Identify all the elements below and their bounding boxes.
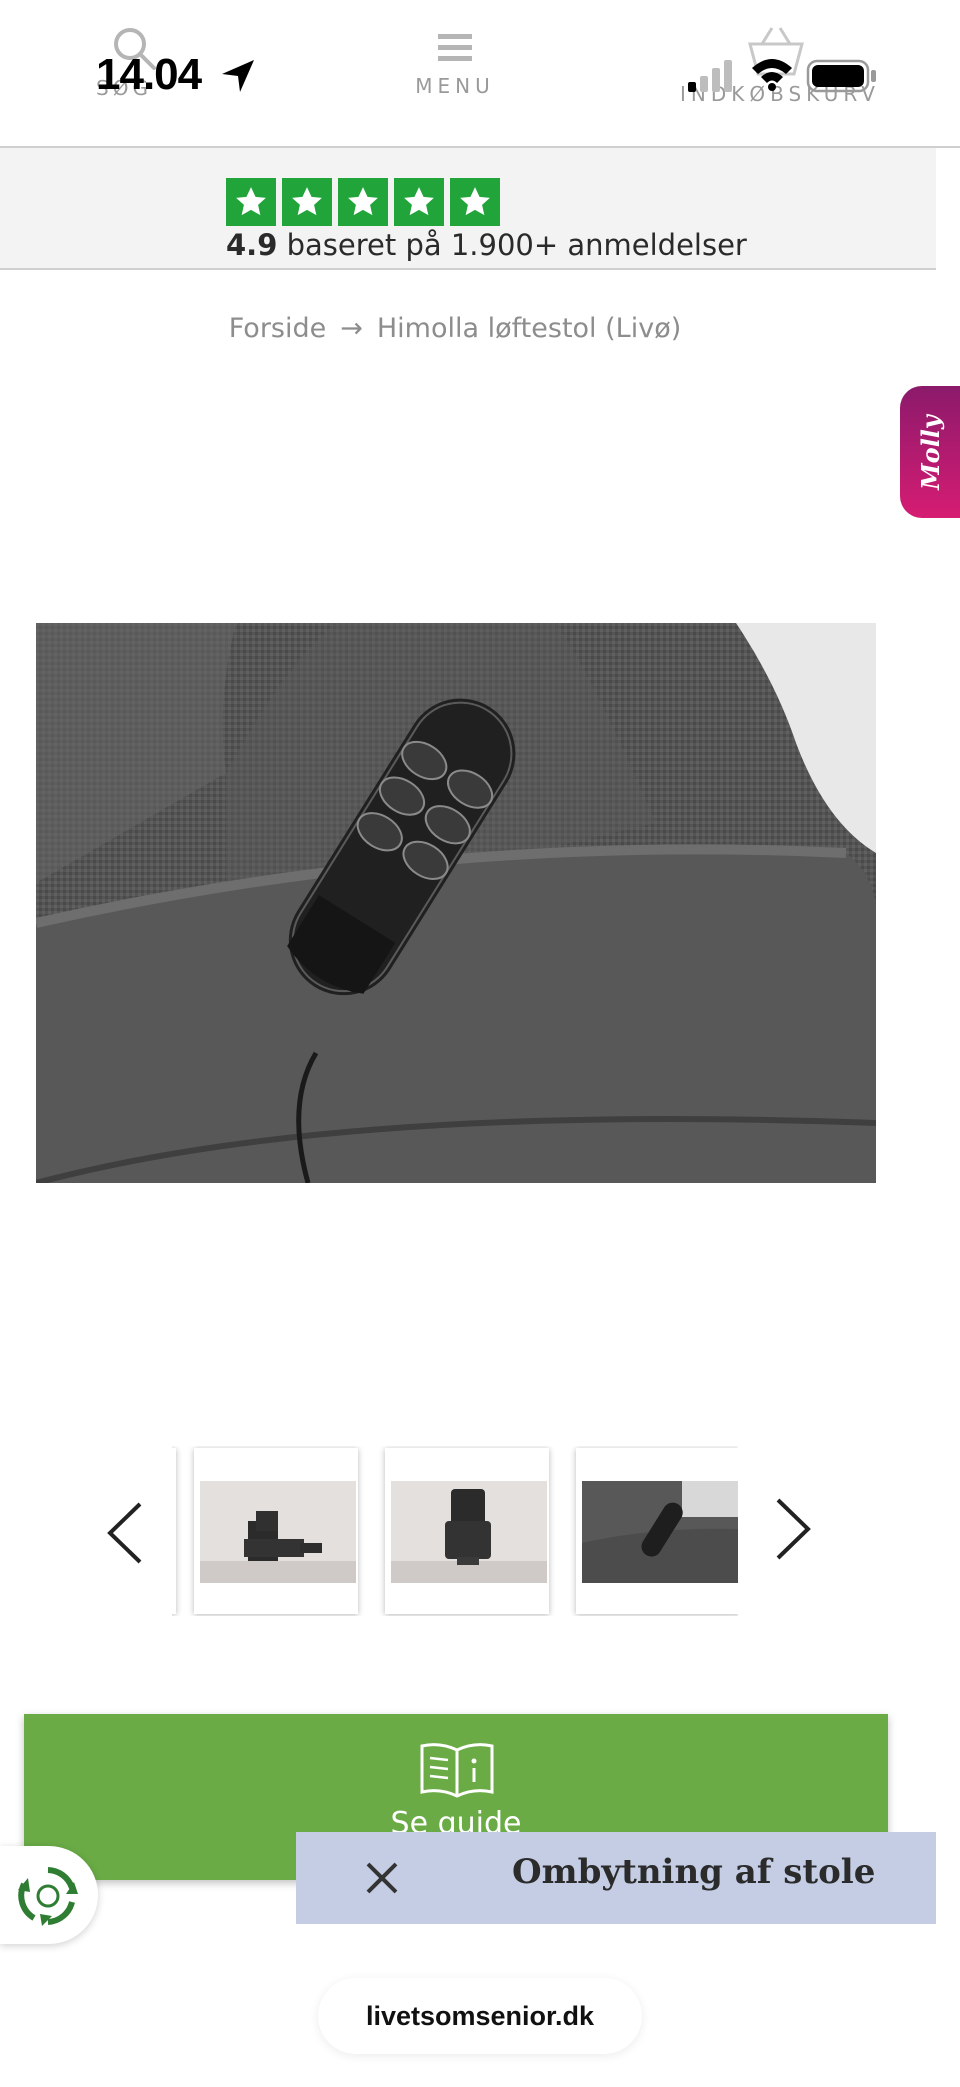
close-icon[interactable] [362, 1858, 402, 1898]
breadcrumb-home[interactable]: Forside [229, 313, 327, 344]
exchange-banner-text: Ombytning af stole [512, 1852, 876, 1892]
breadcrumb-current: Himolla løftestol (Livø) [376, 313, 682, 344]
exchange-banner[interactable]: Ombytning af stole [296, 1832, 936, 1924]
status-time: 14.04 [96, 50, 202, 99]
product-main-image[interactable] [36, 623, 876, 1183]
recycle-badge[interactable] [0, 1846, 98, 1944]
chevron-right-icon[interactable] [770, 1496, 814, 1562]
browser-url-bar[interactable]: livetsomsenior.dk [318, 1978, 642, 2054]
thumbnail-item[interactable] [194, 1448, 358, 1614]
battery-icon [806, 59, 876, 93]
trustpilot-stars [226, 178, 500, 226]
location-arrow-icon [222, 60, 254, 92]
breadcrumb-arrow-icon: → [340, 313, 363, 344]
hamburger-menu-icon[interactable] [438, 34, 472, 62]
chevron-left-icon[interactable] [104, 1500, 148, 1566]
rating-summary: 4.9 baseret på 1.900+ anmeldelser [226, 228, 747, 262]
star-icon [450, 178, 500, 226]
chat-tab-label: Molly [915, 414, 945, 490]
thumbnail-item[interactable] [576, 1448, 738, 1614]
cellular-signal-icon [688, 60, 732, 92]
thumbnail-strip [172, 1446, 738, 1616]
star-icon [226, 178, 276, 226]
rating-score: 4.9 [226, 228, 278, 262]
recliner-upright-image [391, 1481, 547, 1583]
star-icon [282, 178, 332, 226]
wifi-icon [752, 59, 792, 91]
recycle-icon [18, 1867, 78, 1926]
thumbnail-item[interactable] [172, 1448, 176, 1614]
rating-caption: baseret på 1.900+ anmeldelser [286, 228, 747, 262]
remote-control-image [582, 1481, 738, 1583]
chat-tab[interactable]: Molly [900, 386, 960, 518]
star-icon [394, 178, 444, 226]
recliner-reclined-image [200, 1481, 356, 1583]
breadcrumb: Forside → Himolla løftestol (Livø) [0, 313, 910, 344]
open-book-icon [420, 1743, 494, 1798]
star-icon [338, 178, 388, 226]
thumbnail-item[interactable] [385, 1448, 549, 1614]
